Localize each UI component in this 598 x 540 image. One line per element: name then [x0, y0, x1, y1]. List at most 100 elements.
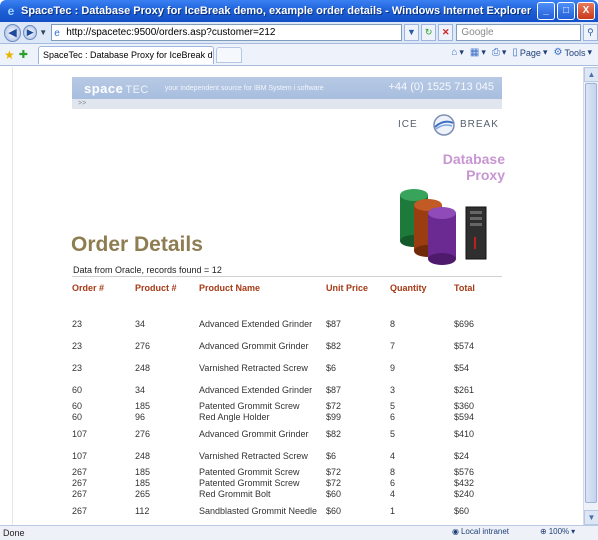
vertical-scrollbar[interactable]: ▲ ▼ — [583, 67, 598, 525]
minimize-button[interactable]: _ — [537, 2, 555, 20]
cell-unit-price: $87 — [326, 384, 342, 395]
cell-unit-price: $60 — [326, 489, 342, 499]
refresh-button[interactable]: ↻ — [421, 24, 437, 41]
cell-unit-price: $72 — [326, 478, 342, 488]
tools-menu-label: Tools — [564, 47, 586, 58]
address-input[interactable]: e http://spacetec:9500/orders.asp?custom… — [51, 24, 402, 41]
window-titlebar[interactable]: e SpaceTec : Database Proxy for IceBreak… — [0, 0, 598, 22]
cell-total: $54 — [454, 362, 470, 373]
cell-quantity: 8 — [390, 467, 396, 477]
col-header-product-name: Product Name — [199, 283, 261, 293]
page-icon: e — [54, 28, 60, 39]
cell-quantity: 4 — [390, 450, 396, 461]
phone-number: +44 (0) 1525 713 045 — [388, 81, 494, 93]
cell-product: 185 — [135, 478, 151, 488]
search-button[interactable]: ⚲ — [582, 24, 598, 41]
zoom-control[interactable]: ⊕ 100% ▾ — [540, 527, 575, 536]
feeds-button[interactable]: ▦ ▾ — [470, 47, 486, 58]
cell-unit-price: $72 — [326, 401, 342, 411]
table-row: 60 34 Advanced Extended Grinder $87 3 $261 — [70, 379, 512, 401]
print-button[interactable]: ⎙ ▾ — [492, 47, 507, 58]
scroll-thumb[interactable] — [585, 83, 597, 503]
cell-product: 265 — [135, 489, 151, 499]
cell-order: 60 — [72, 384, 83, 395]
table-row: 23 34 Advanced Extended Grinder $87 8 $696 — [70, 313, 512, 335]
cell-product: 34 — [135, 318, 146, 329]
cell-order: 107 — [72, 450, 88, 461]
print-icon: ⎙ — [491, 47, 500, 58]
scroll-up-button[interactable]: ▲ — [584, 67, 598, 82]
cell-total: $24 — [454, 450, 470, 461]
cell-unit-price: $99 — [326, 412, 342, 422]
database-cylinders-icon — [400, 189, 487, 265]
tools-menu[interactable]: ⚙ Tools ▾ — [553, 47, 592, 58]
breadcrumb[interactable]: >> — [72, 99, 502, 109]
cell-unit-price: $72 — [326, 467, 342, 477]
table-row: 23 248 Varnished Retracted Screw $6 9 $54 — [70, 357, 512, 379]
feeds-icon: ▦ — [469, 47, 480, 58]
home-button[interactable]: ⌂ ▾ — [451, 47, 464, 58]
cell-order: 60 — [72, 401, 83, 411]
back-button[interactable]: ◀ — [4, 23, 22, 42]
cell-product-name: Red Angle Holder — [199, 412, 270, 422]
security-zone[interactable]: ◉ Local intranet — [452, 527, 509, 536]
page-content: space TEC your independent source for IBM… — [12, 67, 582, 525]
cell-quantity: 7 — [390, 340, 396, 351]
site-tagline: your independent source for IBM System i… — [164, 84, 324, 92]
page-menu[interactable]: ▯ Page ▾ — [512, 47, 547, 58]
stop-button[interactable]: ✕ — [438, 24, 454, 41]
cell-order: 23 — [72, 340, 83, 351]
brand-name: space — [84, 80, 124, 96]
spacetec-logo[interactable]: space TEC — [84, 81, 149, 96]
orders-table-body: 23 34 Advanced Extended Grinder $87 8 $696 23 2… — [70, 313, 512, 522]
cell-product-name: Patented Grommit Screw — [199, 467, 300, 477]
window-controls: _ □ X — [537, 2, 595, 20]
cell-total: $240 — [454, 489, 475, 499]
cell-product: 185 — [135, 467, 151, 477]
cell-product-name: Varnished Retracted Screw — [199, 450, 308, 461]
table-header-row: Order # Product # Product Name Unit Pric… — [70, 281, 512, 313]
table-row: 107 276 Advanced Grommit Grinder $82 5 $410 — [70, 423, 512, 445]
browser-viewport: space TEC your independent source for IBM… — [0, 67, 598, 525]
add-favorites-icon[interactable]: ✚ — [19, 48, 28, 61]
icebreak-logo: ICE BREAK — [398, 114, 508, 136]
cell-unit-price: $6 — [326, 450, 337, 461]
database-proxy-graphic: Database Proxy — [398, 147, 513, 272]
history-dropdown-icon[interactable]: ▼ — [39, 28, 47, 37]
zoom-level: 100% — [548, 527, 570, 536]
intranet-icon: ◉ — [452, 527, 459, 536]
cell-product: 276 — [135, 340, 151, 351]
icebreak-logo-left: ICE — [398, 119, 418, 130]
cell-quantity: 5 — [390, 401, 396, 411]
favorites-star-icon[interactable]: ★ — [4, 48, 15, 62]
table-row: 107 248 Varnished Retracted Screw $6 4 $24 — [70, 445, 512, 467]
cell-product-name: Patented Grommit Screw — [199, 478, 300, 488]
cell-product-name: Advanced Grommit Grinder — [199, 428, 309, 439]
maximize-button[interactable]: □ — [557, 2, 575, 20]
close-button[interactable]: X — [577, 2, 595, 20]
cell-total: $574 — [454, 340, 475, 351]
cell-quantity: 9 — [390, 362, 396, 373]
col-header-product: Product # — [135, 283, 177, 293]
address-toolbar: ◀ ▶ ▼ e http://spacetec:9500/orders.asp?… — [0, 22, 598, 44]
search-input[interactable]: Google — [456, 24, 581, 41]
cell-product: 112 — [135, 505, 150, 516]
cell-order: 267 — [72, 478, 88, 488]
cell-unit-price: $60 — [326, 505, 342, 516]
security-zone-label: Local intranet — [460, 527, 510, 536]
cell-product: 34 — [135, 384, 146, 395]
cell-product-name: Advanced Extended Grinder — [199, 384, 313, 395]
cell-order: 60 — [72, 412, 83, 422]
table-row: 267 185 Patented Grommit Screw $72 8 $576 — [70, 467, 512, 478]
address-dropdown-button[interactable]: ▼ — [403, 24, 420, 41]
cell-total: $696 — [454, 318, 475, 329]
cell-total: $360 — [454, 401, 475, 411]
divider — [72, 276, 502, 277]
tab-active[interactable]: SpaceTec : Database Proxy for IceBreak d… — [37, 45, 214, 64]
cell-total: $261 — [454, 384, 475, 395]
col-header-unit-price: Unit Price — [326, 283, 369, 293]
new-tab-button[interactable] — [215, 46, 242, 63]
forward-button[interactable]: ▶ — [23, 25, 38, 40]
scroll-down-button[interactable]: ▼ — [584, 510, 598, 525]
cell-order: 267 — [72, 489, 88, 499]
